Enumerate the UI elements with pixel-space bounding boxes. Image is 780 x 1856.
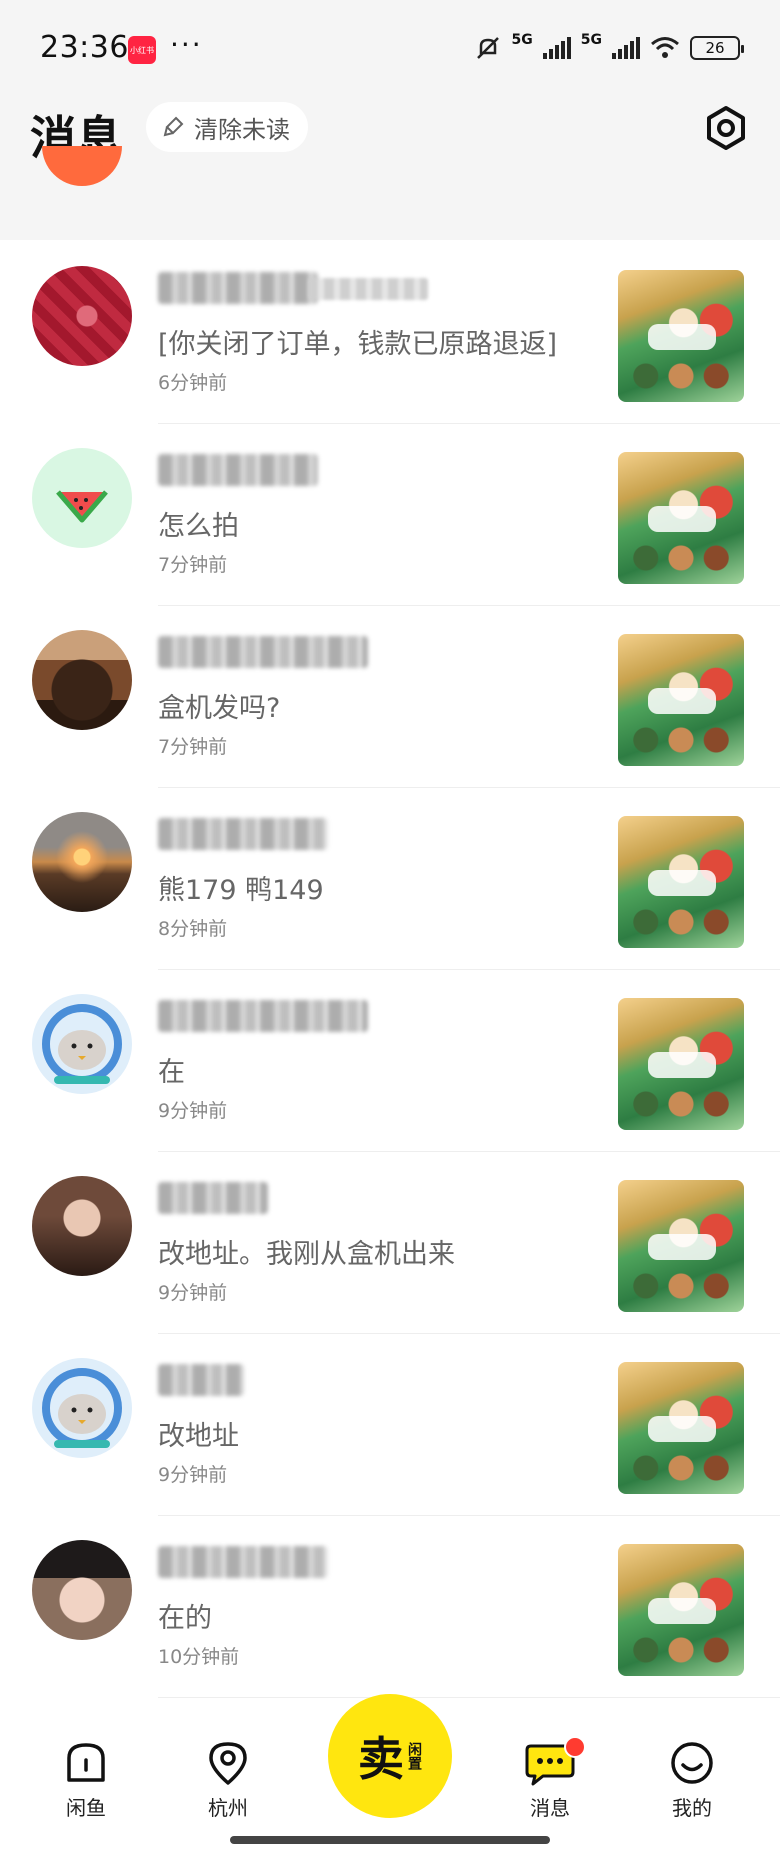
bottom-navigation: 闲鱼 杭州 卖 闲置 消息 我的 <box>0 1694 780 1856</box>
message-time: 9分钟前 <box>158 1282 228 1304</box>
status-bar: 23:36 小红书 ··· 5G 5G 26 <box>0 0 780 90</box>
conversation-list[interactable]: [你关闭了订单，钱款已原路退返] 6分钟前 怎么拍 7分钟前 盒机发吗? 7分钟… <box>0 242 780 1712</box>
message-time: 10分钟前 <box>158 1646 240 1668</box>
sender-name-blurred <box>158 1364 244 1396</box>
messages-screen: 23:36 小红书 ··· 5G 5G 26 消息 清除未读 [你关闭了订单，钱… <box>0 0 780 1856</box>
wifi-icon <box>651 37 679 58</box>
product-thumbnail[interactable] <box>618 634 744 766</box>
nav-messages[interactable]: 消息 <box>500 1736 600 1821</box>
conversation-item[interactable]: 改地址。我刚从盒机出来 9分钟前 <box>0 1152 780 1334</box>
xiaohongshu-app-icon: 小红书 <box>128 36 156 64</box>
nav-home-label: 闲鱼 <box>66 1796 106 1820</box>
sell-label: 卖 <box>358 1732 404 1786</box>
fish-home-icon <box>67 1743 105 1782</box>
product-thumbnail[interactable] <box>618 816 744 948</box>
message-time: 8分钟前 <box>158 918 228 940</box>
nav-city[interactable]: 杭州 <box>178 1740 278 1821</box>
settings-icon <box>707 106 745 150</box>
conversation-item[interactable]: [你关闭了订单，钱款已原路退返] 6分钟前 <box>0 242 780 424</box>
sender-name-blurred <box>158 818 328 850</box>
product-thumbnail[interactable] <box>618 270 744 402</box>
message-time: 9分钟前 <box>158 1464 228 1486</box>
message-time: 6分钟前 <box>158 372 228 394</box>
seal-avatar-icon <box>42 1004 122 1084</box>
network-5g-label-2: 5G <box>580 32 602 48</box>
avatar <box>32 266 132 366</box>
product-thumbnail[interactable] <box>618 998 744 1130</box>
conversation-item[interactable]: 在的 10分钟前 <box>0 1516 780 1698</box>
avatar <box>32 812 132 912</box>
watermelon-icon <box>56 490 108 523</box>
message-preview: 在 <box>158 1057 185 1088</box>
sender-name-blurred <box>158 1000 368 1032</box>
nav-messages-label: 消息 <box>530 1796 570 1820</box>
broom-icon <box>163 116 184 137</box>
sender-name-blurred <box>158 1182 268 1214</box>
conversation-item[interactable]: 在 9分钟前 <box>0 970 780 1152</box>
mute-icon <box>476 37 499 59</box>
sender-name-blurred <box>158 1546 328 1578</box>
more-notifications-icon: ··· <box>170 28 203 61</box>
message-time: 9分钟前 <box>158 1100 228 1122</box>
conversation-item[interactable]: 怎么拍 7分钟前 <box>0 424 780 606</box>
signal-icon-2 <box>612 37 640 59</box>
sender-name-blurred <box>158 272 318 304</box>
message-preview: 盒机发吗? <box>158 693 281 724</box>
message-preview: [你关闭了订单，钱款已原路退返] <box>158 329 558 360</box>
signal-icon <box>542 37 571 59</box>
divider <box>158 1697 780 1698</box>
message-preview: 熊179 鸭149 <box>158 875 324 906</box>
avatar <box>32 1176 132 1276</box>
message-time: 7分钟前 <box>158 554 228 576</box>
avatar <box>32 994 132 1094</box>
avatar <box>32 1358 132 1458</box>
conversation-item[interactable]: 改地址 9分钟前 <box>0 1334 780 1516</box>
clear-unread-button[interactable]: 清除未读 <box>146 102 308 152</box>
nav-me[interactable]: 我的 <box>642 1740 742 1821</box>
sender-name-blurred <box>158 636 368 668</box>
message-preview: 怎么拍 <box>158 511 239 542</box>
product-thumbnail[interactable] <box>618 1362 744 1494</box>
sell-sub-label: 闲置 <box>406 1742 422 1770</box>
battery-icon: 26 <box>690 36 744 60</box>
settings-button[interactable] <box>702 104 750 152</box>
clear-unread-label: 清除未读 <box>194 115 290 144</box>
unread-badge <box>564 1736 586 1758</box>
avatar <box>32 448 132 548</box>
conversation-item[interactable]: 盒机发吗? 7分钟前 <box>0 606 780 788</box>
message-preview: 改地址。我刚从盒机出来 <box>158 1239 455 1270</box>
nav-home[interactable]: 闲鱼 <box>36 1740 136 1821</box>
location-icon <box>209 1742 247 1785</box>
avatar <box>32 1540 132 1640</box>
seal-avatar-icon <box>42 1368 122 1448</box>
nav-city-label: 杭州 <box>208 1796 248 1820</box>
status-icons: 5G 5G 26 <box>474 32 744 62</box>
sell-button[interactable]: 卖 闲置 <box>328 1694 452 1818</box>
home-indicator[interactable] <box>230 1836 550 1844</box>
conversation-item[interactable]: 熊179 鸭149 8分钟前 <box>0 788 780 970</box>
avatar <box>32 630 132 730</box>
clock: 23:36 <box>40 30 129 65</box>
sender-name-blurred <box>158 454 318 486</box>
network-5g-label: 5G <box>511 32 533 48</box>
message-preview: 改地址 <box>158 1421 239 1452</box>
product-thumbnail[interactable] <box>618 1544 744 1676</box>
sender-tag-blurred <box>308 278 428 300</box>
nav-me-label: 我的 <box>672 1796 712 1820</box>
product-thumbnail[interactable] <box>618 452 744 584</box>
message-preview: 在的 <box>158 1603 212 1634</box>
smile-profile-icon <box>671 1742 713 1784</box>
message-time: 7分钟前 <box>158 736 228 758</box>
product-thumbnail[interactable] <box>618 1180 744 1312</box>
